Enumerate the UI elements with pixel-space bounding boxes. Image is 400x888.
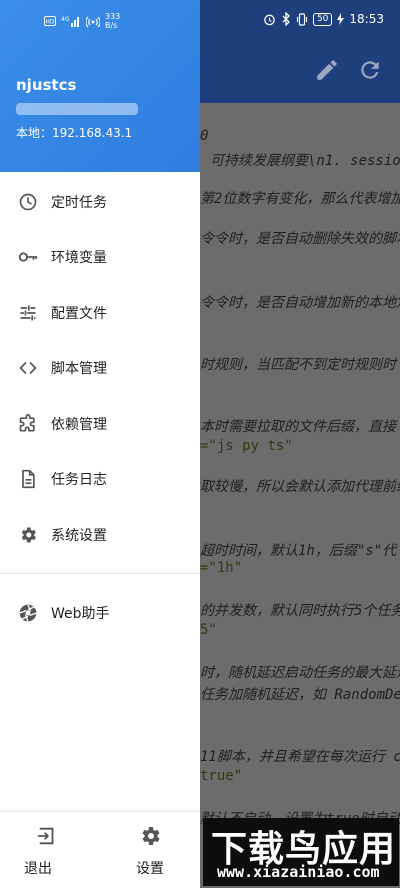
menu-item-scripts[interactable]: 脚本管理 xyxy=(0,343,200,393)
svg-text:HD: HD xyxy=(45,19,55,26)
menu-item-label: 定时任务 xyxy=(51,195,107,211)
text-line: ="js py ts" xyxy=(200,438,293,454)
menu-divider xyxy=(0,573,200,574)
clock-time: 18:53 xyxy=(349,12,384,26)
settings-label: 设置 xyxy=(136,861,164,877)
background-app: 0 可持续发展纲要\n1. sessio 第2位数字有变化，那么代表增加 令令时… xyxy=(200,0,400,888)
menu-item-label: Web助手 xyxy=(51,606,110,622)
local-ip: 本地：192.168.43.1 xyxy=(16,126,133,140)
text-line: 任务加随机延迟，如 RandomDe xyxy=(200,687,400,703)
menu-item-dependencies[interactable]: 依赖管理 xyxy=(0,399,200,449)
text-line: 时，随机延迟启动任务的最大延迟 xyxy=(200,665,400,681)
text-line: 的并发数，默认同时执行5个任务 xyxy=(200,603,400,619)
text-line: 本时需要拉取的文件后缀，直接 xyxy=(200,419,396,435)
menu-item-web-assistant[interactable]: Web助手 xyxy=(0,588,200,638)
gear-icon xyxy=(17,524,39,546)
puzzle-icon xyxy=(17,413,39,435)
menu-item-config-files[interactable]: 配置文件 xyxy=(0,288,200,338)
menu-item-env-vars[interactable]: 环境变量 xyxy=(0,232,200,282)
settings-button[interactable]: 设置 xyxy=(100,812,200,888)
menu-item-label: 脚本管理 xyxy=(51,361,107,377)
clock-icon xyxy=(17,191,39,213)
menu-item-cron-tasks[interactable]: 定时任务 xyxy=(0,177,200,227)
menu-item-label: 依赖管理 xyxy=(51,417,107,433)
text-line: 11脚本，并且希望在每次运行 c xyxy=(200,749,400,765)
document-icon xyxy=(17,468,39,490)
username: njustcs xyxy=(16,76,77,94)
battery-indicator: 50 xyxy=(312,12,333,26)
text-line: 可持续发展纲要\n1. sessio xyxy=(210,153,400,169)
text-line: 令令时，是否自动删除失效的脚本 xyxy=(200,231,400,247)
edit-icon xyxy=(314,57,340,83)
aperture-icon xyxy=(17,602,39,624)
network-speed-unit: B/s xyxy=(105,21,118,30)
redacted-address xyxy=(16,103,138,115)
menu-item-label: 配置文件 xyxy=(51,306,107,322)
key-icon xyxy=(17,246,39,268)
text-line: 取较慢，所以会默认添加代理前缀 xyxy=(200,479,400,495)
menu-item-label: 环境变量 xyxy=(51,250,107,266)
logout-button[interactable]: 退出 xyxy=(0,812,100,888)
signal-icon: 4G xyxy=(61,15,81,27)
status-bar: HD 4G 333 B/s 50 18:53 xyxy=(0,0,400,40)
network-speed: 333 B/s xyxy=(105,12,120,30)
menu-item-label: 任务日志 xyxy=(51,472,107,488)
hd-icon: HD xyxy=(44,16,56,26)
text-line: 0 xyxy=(200,128,209,144)
hotspot-icon xyxy=(86,14,100,28)
text-line: 令令时，是否自动增加新的本地定 xyxy=(200,295,400,311)
text-line: 第2位数字有变化，那么代表增加 xyxy=(200,191,400,207)
menu-item-system-settings[interactable]: 系统设置 xyxy=(0,510,200,560)
menu-item-task-logs[interactable]: 任务日志 xyxy=(0,454,200,504)
menu-item-label: 系统设置 xyxy=(51,528,107,544)
text-line: true" xyxy=(200,768,243,784)
text-line: 时规则，当匹配不到定时规则时 xyxy=(200,357,396,373)
alarm-icon xyxy=(263,13,276,26)
refresh-icon xyxy=(357,57,383,83)
charging-icon xyxy=(337,13,345,25)
vibrate-icon xyxy=(296,12,308,26)
watermark: 下载鸟应用 www.xiazainiao.com xyxy=(203,818,399,886)
text-line: 5" xyxy=(200,622,217,638)
status-left: HD 4G 333 B/s xyxy=(44,12,120,30)
gear-icon xyxy=(138,824,162,848)
text-line: 超时时间，默认1h，后缀"s"代 xyxy=(200,543,397,559)
network-speed-value: 333 xyxy=(105,12,121,21)
logout-label: 退出 xyxy=(24,861,52,877)
code-icon xyxy=(17,357,39,379)
text-line: ="1h" xyxy=(200,560,243,576)
logout-icon xyxy=(35,824,59,848)
sliders-icon xyxy=(17,302,39,324)
watermark-url: www.xiazainiao.com xyxy=(217,863,380,881)
bluetooth-icon xyxy=(281,12,291,26)
status-right: 50 18:53 xyxy=(263,12,384,26)
navigation-drawer: njustcs 本地：192.168.43.1 定时任务 环境变量 配置文件 脚… xyxy=(0,0,200,888)
svg-text:4G: 4G xyxy=(61,16,70,23)
